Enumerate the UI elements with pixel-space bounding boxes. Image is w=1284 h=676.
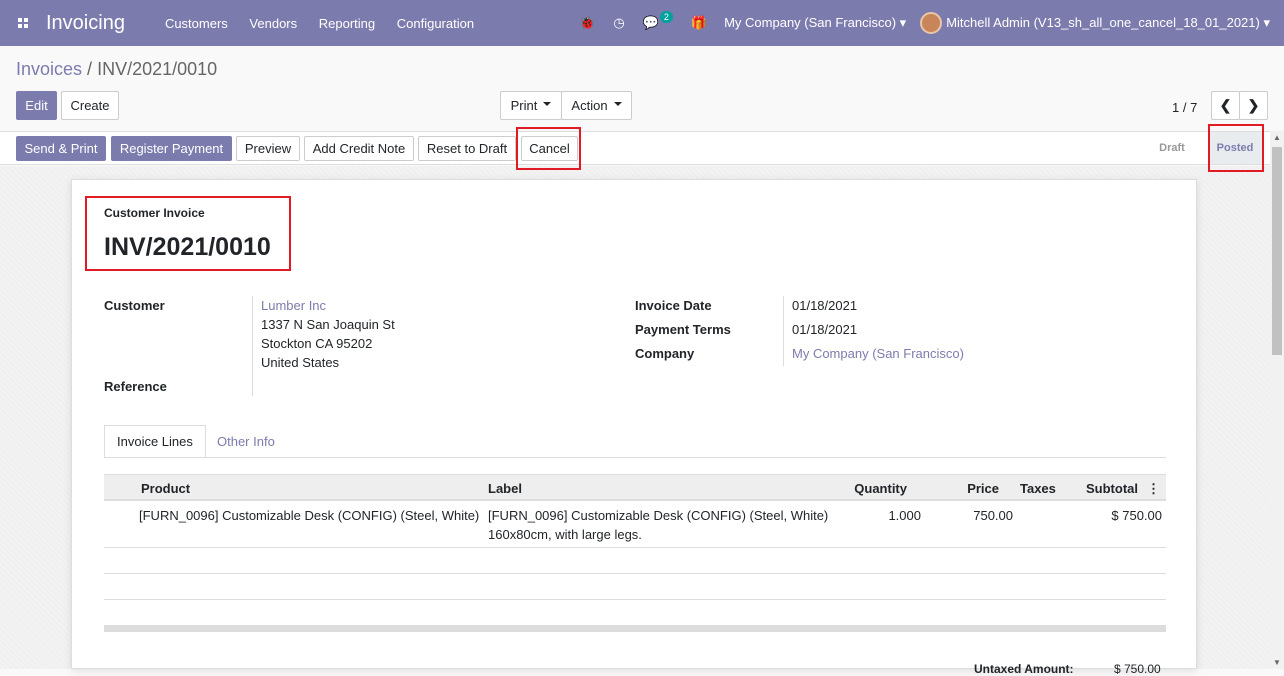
invoice-date-value: 01/18/2021 [792, 298, 858, 313]
customer-name-link[interactable]: Lumber Inc [261, 298, 326, 313]
page-scrollbar[interactable]: ▲ ▼ [1270, 131, 1284, 669]
print-dropdown[interactable]: Print [500, 91, 562, 120]
column-options-icon[interactable]: ⋮ [1147, 481, 1160, 497]
scroll-down-icon[interactable]: ▼ [1270, 658, 1284, 667]
col-label[interactable]: Label [488, 481, 522, 496]
company-label: Company [635, 346, 695, 361]
status-bar: Send & Print Register Payment Preview Ad… [0, 131, 1270, 165]
menu-customers[interactable]: Customers [165, 16, 228, 31]
table-row [104, 548, 1166, 574]
col-taxes[interactable]: Taxes [1020, 481, 1056, 496]
stage-posted[interactable]: Posted [1208, 132, 1262, 164]
company-switcher[interactable]: My Company (San Francisco) ▾ [724, 15, 906, 31]
chevron-down-icon [613, 101, 622, 106]
chevron-down-icon [543, 101, 552, 106]
create-button[interactable]: Create [61, 91, 119, 120]
pager-previous-button[interactable]: ❮ [1211, 91, 1240, 120]
address-line-1: 1337 N San Joaquin St [261, 317, 395, 332]
line-label-2: 160x80cm, with large legs. [488, 527, 642, 542]
breadcrumb: Invoices / INV/2021/0010 [16, 59, 218, 79]
bug-icon[interactable]: 🐞 [579, 15, 595, 31]
add-credit-note-button[interactable]: Add Credit Note [304, 136, 414, 161]
untaxed-amount-value: $ 750.00 [1114, 662, 1161, 676]
chat-badge: 2 [659, 11, 673, 23]
col-quantity[interactable]: Quantity [854, 481, 907, 496]
cancel-button[interactable]: Cancel [521, 136, 578, 161]
col-subtotal[interactable]: Subtotal [1086, 481, 1138, 496]
col-product[interactable]: Product [141, 481, 190, 496]
preview-button[interactable]: Preview [236, 136, 300, 161]
invoice-type-label: Customer Invoice [104, 206, 205, 220]
breadcrumb-invoices[interactable]: Invoices [16, 59, 82, 79]
reset-to-draft-button[interactable]: Reset to Draft [418, 136, 516, 161]
invoice-date-label: Invoice Date [635, 298, 712, 313]
pager-next-button[interactable]: ❯ [1239, 91, 1268, 120]
menu-configuration[interactable]: Configuration [397, 16, 474, 31]
chevron-left-icon: ❮ [1219, 97, 1232, 113]
chevron-right-icon: ❯ [1247, 97, 1260, 113]
avatar[interactable] [920, 12, 943, 34]
menu-vendors[interactable]: Vendors [249, 16, 297, 31]
invoice-number: INV/2021/0010 [104, 233, 271, 261]
apps-menu-icon[interactable] [0, 0, 46, 46]
chat-icon[interactable]: 💬 2 [643, 11, 673, 31]
divider [783, 296, 784, 366]
table-row [104, 574, 1166, 600]
company-link[interactable]: My Company (San Francisco) [792, 346, 964, 361]
app-title[interactable]: Invoicing [46, 12, 125, 35]
table-row[interactable]: [FURN_0096] Customizable Desk (CONFIG) (… [104, 502, 1166, 548]
gift-icon[interactable]: 🎁 [691, 15, 707, 31]
line-subtotal: $ 750.00 [1111, 508, 1162, 523]
register-payment-button[interactable]: Register Payment [111, 136, 232, 161]
tab-divider [104, 457, 1166, 458]
tab-other-info[interactable]: Other Info [205, 425, 287, 458]
address-line-3: United States [261, 355, 340, 370]
table-footer [104, 625, 1166, 632]
payment-terms-value: 01/18/2021 [792, 322, 858, 337]
customer-label: Customer [104, 298, 165, 313]
tab-invoice-lines[interactable]: Invoice Lines [104, 425, 206, 458]
invoice-lines-header: Product Label Quantity Price Taxes Subto… [104, 474, 1166, 501]
stage-draft[interactable]: Draft [1146, 132, 1198, 164]
edit-button[interactable]: Edit [16, 91, 57, 120]
scroll-thumb[interactable] [1272, 147, 1282, 355]
main-menu: Customers Vendors Reporting Configuratio… [165, 16, 492, 31]
untaxed-amount-label: Untaxed Amount: [974, 662, 1074, 676]
line-label: [FURN_0096] Customizable Desk (CONFIG) (… [488, 508, 829, 523]
breadcrumb-current: INV/2021/0010 [97, 59, 218, 79]
clock-icon[interactable]: ◷ [613, 15, 624, 31]
reference-label: Reference [104, 379, 167, 394]
send-print-button[interactable]: Send & Print [16, 136, 106, 161]
systray: 🐞 ◷ 💬 2 🎁 My Company (San Francisco) ▾ Mi… [570, 0, 1284, 46]
payment-terms-label: Payment Terms [635, 322, 731, 337]
line-product: [FURN_0096] Customizable Desk (CONFIG) (… [139, 508, 480, 523]
pager-value: 1 / 7 [1172, 100, 1198, 115]
address-line-2: Stockton CA 95202 [261, 336, 373, 351]
user-menu[interactable]: Mitchell Admin (V13_sh_all_one_cancel_18… [946, 15, 1270, 31]
divider [252, 296, 253, 396]
action-dropdown[interactable]: Action [561, 91, 632, 120]
line-quantity: 1.000 [888, 508, 921, 523]
line-price: 750.00 [973, 508, 1013, 523]
scroll-up-icon[interactable]: ▲ [1270, 133, 1284, 142]
top-navbar: Invoicing Customers Vendors Reporting Co… [0, 0, 1284, 46]
menu-reporting[interactable]: Reporting [319, 16, 375, 31]
col-price[interactable]: Price [967, 481, 999, 496]
